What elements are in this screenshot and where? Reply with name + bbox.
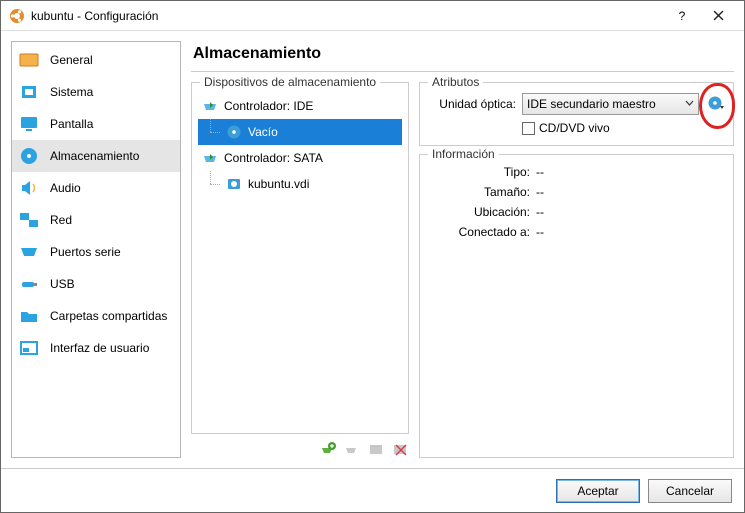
sidebar-item-serial[interactable]: Puertos serie [12,236,180,268]
sidebar-item-display[interactable]: Pantalla [12,108,180,140]
controller-icon [202,98,218,114]
optical-drive-label: Unidad óptica: [426,97,516,111]
sidebar-item-label: Red [50,213,72,227]
info-size-label: Tamaño: [426,185,536,205]
storage-toolbar [191,434,409,458]
sidebar-item-label: Audio [50,181,81,195]
info-location-value: -- [536,205,544,225]
sidebar-item-network[interactable]: Red [12,204,180,236]
folder-icon [18,306,40,326]
live-cd-checkbox[interactable]: CD/DVD vivo [522,121,610,135]
close-button[interactable] [700,2,736,30]
sidebar-item-audio[interactable]: Audio [12,172,180,204]
sidebar-item-label: General [50,53,93,67]
sidebar-item-usb[interactable]: USB [12,268,180,300]
add-controller-icon[interactable] [319,440,337,458]
optical-drive-select[interactable]: IDE secundario maestro [522,93,699,115]
info-connected-value: -- [536,225,544,245]
network-icon [18,210,40,230]
info-type-value: -- [536,165,544,185]
titlebar: kubuntu - Configuración ? [1,1,744,31]
info-legend: Información [428,147,499,161]
storage-legend: Dispositivos de almacenamiento [200,75,380,89]
cd-icon [226,124,242,140]
controller-ide[interactable]: Controlador: IDE [198,93,402,119]
tree-item-empty[interactable]: Vacío [198,119,402,145]
hdd-icon [226,176,242,192]
serial-icon [18,242,40,262]
storage-tree: Controlador: IDE Vacío Controlador: SATA [198,93,402,427]
sidebar: General Sistema Pantalla Almacenamiento … [11,41,181,458]
info-type-label: Tipo: [426,165,536,185]
general-icon [18,50,40,70]
remove-attachment-icon[interactable] [391,440,409,458]
disk-icon [18,146,40,166]
usb-icon [18,274,40,294]
ui-icon [18,338,40,358]
sidebar-item-storage[interactable]: Almacenamiento [12,140,180,172]
app-icon [9,8,25,24]
controller-icon [202,150,218,166]
sidebar-item-system[interactable]: Sistema [12,76,180,108]
chevron-down-icon [685,97,694,111]
sidebar-item-label: USB [50,277,75,291]
controller-sata[interactable]: Controlador: SATA [198,145,402,171]
cancel-button[interactable]: Cancelar [648,479,732,503]
help-button[interactable]: ? [664,2,700,30]
accept-button[interactable]: Aceptar [556,479,640,503]
info-size-value: -- [536,185,544,205]
info-location-label: Ubicación: [426,205,536,225]
page-title: Almacenamiento [191,41,734,72]
remove-controller-icon[interactable] [343,440,361,458]
speaker-icon [18,178,40,198]
sidebar-item-label: Sistema [50,85,93,99]
sidebar-item-label: Interfaz de usuario [50,341,149,355]
add-attachment-icon[interactable] [367,440,385,458]
info-connected-label: Conectado a: [426,225,536,245]
choose-disk-button[interactable] [705,93,727,115]
sidebar-item-label: Pantalla [50,117,93,131]
tree-item-disk[interactable]: kubuntu.vdi [198,171,402,197]
attributes-legend: Atributos [428,75,483,89]
sidebar-item-label: Almacenamiento [50,149,139,163]
chip-icon [18,82,40,102]
monitor-icon [18,114,40,134]
sidebar-item-ui[interactable]: Interfaz de usuario [12,332,180,364]
sidebar-item-shared-folders[interactable]: Carpetas compartidas [12,300,180,332]
sidebar-item-label: Puertos serie [50,245,121,259]
window-title: kubuntu - Configuración [31,9,664,23]
sidebar-item-general[interactable]: General [12,44,180,76]
sidebar-item-label: Carpetas compartidas [50,309,167,323]
